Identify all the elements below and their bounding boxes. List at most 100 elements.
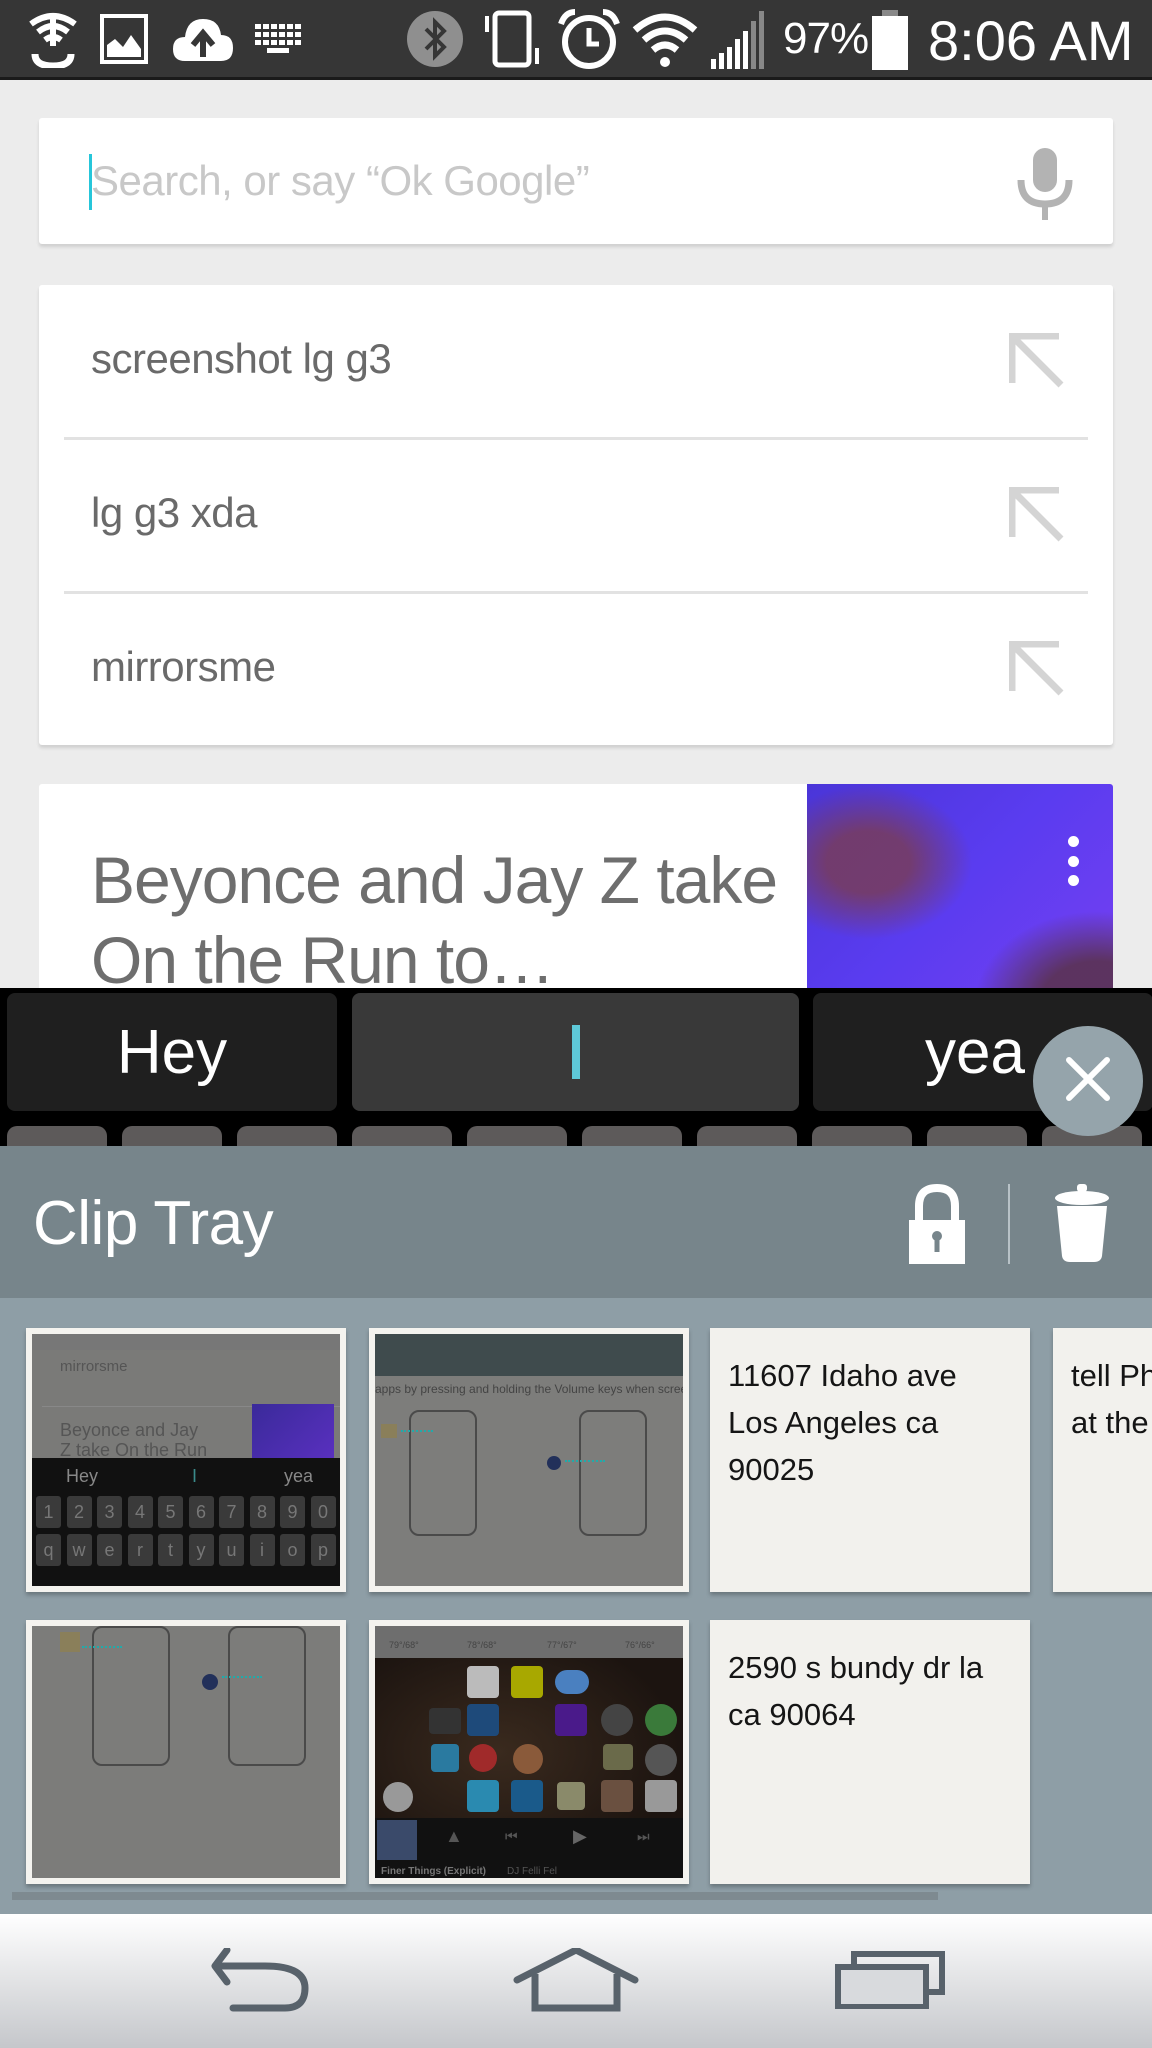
- arrow-up-left-icon[interactable]: [1008, 640, 1065, 697]
- thumb-key: q: [36, 1534, 61, 1566]
- battery-icon: [868, 10, 912, 70]
- previous-icon: ⏮: [505, 1828, 518, 1844]
- horizontal-scrollbar[interactable]: [12, 1892, 938, 1900]
- thumb-key: e: [97, 1534, 122, 1566]
- thumb-text: Hey: [66, 1466, 99, 1486]
- signal-icon: [708, 10, 772, 69]
- clip-item-image[interactable]: [26, 1620, 346, 1884]
- suggestion-item[interactable]: lg g3 xda: [39, 439, 1113, 592]
- thumb-key: 9: [280, 1496, 305, 1528]
- candidate-hey[interactable]: Hey: [7, 993, 337, 1111]
- suggestion-label: mirrorsme: [91, 643, 276, 690]
- mic-icon[interactable]: [1015, 148, 1075, 220]
- suggestion-item[interactable]: screenshot lg g3: [39, 285, 1113, 438]
- key[interactable]: [237, 1126, 337, 1146]
- back-icon: [205, 1946, 325, 2017]
- thumb-up-icon: ▲: [445, 1826, 463, 1846]
- keyboard-suggestion-strip: Hey yea: [0, 988, 1152, 1146]
- recents-icon: [834, 1950, 946, 2014]
- suggestion-label: lg g3 xda: [91, 489, 257, 536]
- arrow-up-left-icon[interactable]: [1008, 332, 1065, 389]
- suggestion-item[interactable]: mirrorsme: [39, 593, 1113, 746]
- key[interactable]: [7, 1126, 107, 1146]
- thumb-text: DJ Felli Fel: [507, 1866, 558, 1877]
- close-icon: [1065, 1056, 1111, 1107]
- clip-tray: Clip Tray mirrorsme Beyonce and Jay Z ta…: [0, 1146, 1152, 1914]
- key[interactable]: [467, 1126, 567, 1146]
- key[interactable]: [352, 1126, 452, 1146]
- thumb-key: 8: [249, 1496, 275, 1528]
- home-icon: [511, 1945, 641, 2017]
- key[interactable]: [122, 1126, 222, 1146]
- thumb-key: 5: [158, 1496, 183, 1528]
- news-card[interactable]: Beyonce and Jay Z take On the Run to…: [39, 784, 1113, 988]
- thumb-key: t: [158, 1534, 183, 1566]
- thumb-key: 3: [97, 1496, 122, 1528]
- thumb-key: i: [249, 1534, 275, 1566]
- clip-item-image[interactable]: apps by pressing and holding the Volume …: [369, 1328, 689, 1592]
- thumb-text: 76°/66°: [625, 1640, 655, 1650]
- arrow-up-left-icon[interactable]: [1008, 486, 1065, 543]
- thumb-key: r: [127, 1534, 153, 1566]
- vibrate-icon: [480, 10, 546, 68]
- thumb-key: w: [66, 1534, 92, 1566]
- cloud-upload-icon: [170, 10, 236, 68]
- back-button[interactable]: [195, 1942, 335, 2022]
- thumb-text: I: [192, 1466, 198, 1486]
- key[interactable]: [812, 1126, 912, 1146]
- thumb-key: 2: [66, 1496, 92, 1528]
- thumb-text: 77°/67°: [547, 1640, 577, 1650]
- more-vert-icon[interactable]: [1063, 836, 1083, 886]
- suggestion-label: screenshot lg g3: [91, 335, 392, 382]
- thumb-key: u: [219, 1534, 244, 1566]
- search-input[interactable]: [91, 146, 991, 216]
- thumb-key: 0: [310, 1496, 336, 1528]
- keyboard-icon: [254, 10, 304, 68]
- thumb-key: 7: [219, 1496, 244, 1528]
- clip-item-text[interactable]: 11607 Idaho ave Los Angeles ca 90025: [710, 1328, 1030, 1592]
- candidate-i[interactable]: [352, 993, 799, 1111]
- next-icon: ⏭: [637, 1828, 650, 1844]
- alarm-icon: [556, 9, 622, 69]
- thumb-key: 6: [188, 1496, 214, 1528]
- thumb-key: 4: [127, 1496, 153, 1528]
- clip-item-text[interactable]: tell Ph at the: [1053, 1328, 1152, 1592]
- close-clip-tray-button[interactable]: [1033, 1026, 1143, 1136]
- news-title[interactable]: Beyonce and Jay Z take On the Run to…: [91, 840, 811, 988]
- key[interactable]: [927, 1126, 1027, 1146]
- bluetooth-icon: [405, 10, 465, 68]
- navigation-bar: [0, 1914, 1152, 2048]
- recents-button[interactable]: [820, 1942, 960, 2022]
- thumb-key: o: [280, 1534, 305, 1566]
- clip-tray-header: Clip Tray: [0, 1146, 1152, 1298]
- play-icon: ▶: [573, 1826, 587, 1846]
- battery-percent: 97%: [783, 14, 869, 63]
- thumb-key: p: [310, 1534, 336, 1566]
- clip-item-image[interactable]: 79°/68° 78°/68° 77°/67° 76°/66° ▲ ⏮ ▶ ⏭ …: [369, 1620, 689, 1884]
- thumb-key: 1: [36, 1496, 61, 1528]
- key[interactable]: [697, 1126, 797, 1146]
- thumb-text: apps by pressing and holding the Volume …: [375, 1382, 683, 1396]
- thumb-key: y: [188, 1534, 214, 1566]
- gallery-icon: [98, 10, 150, 68]
- thumb-text: yea: [284, 1466, 314, 1486]
- lock-icon[interactable]: [905, 1183, 969, 1264]
- wifi-icon: [630, 10, 700, 68]
- suggestions-list: screenshot lg g3 lg g3 xda mirrorsme: [39, 285, 1113, 745]
- status-bar: 97% 8:06 AM: [0, 0, 1152, 80]
- search-bar[interactable]: [39, 118, 1113, 244]
- thumb-text: mirrorsme: [60, 1358, 128, 1375]
- clip-item-image[interactable]: mirrorsme Beyonce and Jay Z take On the …: [26, 1328, 346, 1592]
- clip-item-text[interactable]: 2590 s bundy dr la ca 90064: [710, 1620, 1030, 1884]
- trash-icon[interactable]: [1052, 1184, 1112, 1264]
- header-separator: [1008, 1184, 1010, 1264]
- thumb-text: 78°/68°: [467, 1640, 497, 1650]
- clip-tray-title: Clip Tray: [33, 1189, 274, 1258]
- google-now-page: screenshot lg g3 lg g3 xda mirrorsme Bey…: [0, 80, 1152, 988]
- usb-tether-icon: [22, 10, 84, 68]
- candidate-i-glyph: [571, 1025, 580, 1079]
- home-button[interactable]: [506, 1942, 646, 2022]
- clock: 8:06 AM: [928, 9, 1134, 72]
- key[interactable]: [582, 1126, 682, 1146]
- news-image[interactable]: [807, 784, 1113, 988]
